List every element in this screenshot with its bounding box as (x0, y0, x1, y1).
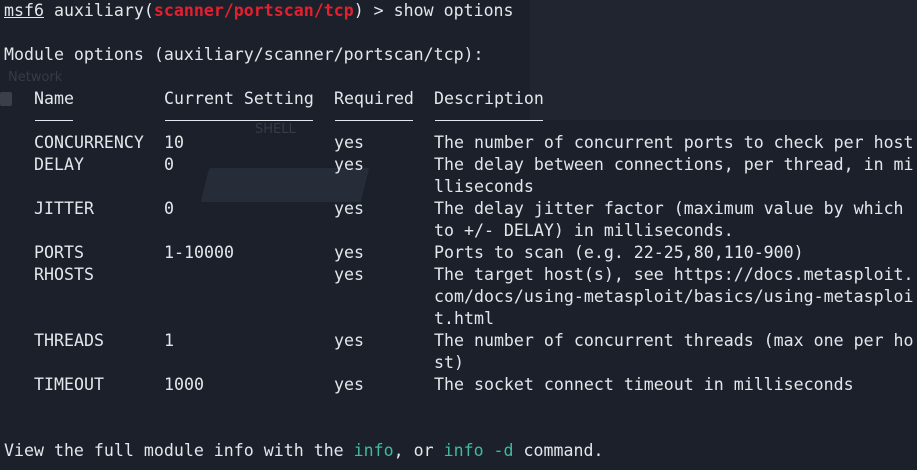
terminal-output[interactable]: msf6 auxiliary(scanner/portscan/tcp) > s… (0, 0, 917, 470)
prompt-identifier: msf6 (4, 1, 44, 20)
option-name: RHOSTS (34, 265, 94, 284)
prompt-command: show options (393, 1, 514, 20)
option-description-line: t.html (434, 309, 494, 328)
info-detailed-command: info -d (443, 441, 514, 460)
option-description-line: The delay between connections, per threa… (434, 155, 914, 174)
option-required: yes (334, 155, 364, 174)
option-description-line: The number of concurrent ports to check … (434, 133, 914, 152)
column-header-name: Name (34, 89, 74, 108)
column-underline-required (335, 120, 413, 121)
option-description-line: The target host(s), see https://docs.met… (434, 265, 914, 284)
option-description-line: st) (434, 353, 464, 372)
module-options-header: Module options (auxiliary/scanner/portsc… (4, 45, 484, 64)
option-required: yes (334, 265, 364, 284)
option-required: yes (334, 331, 364, 350)
option-name: JITTER (34, 199, 94, 218)
info-command: info (353, 441, 394, 460)
option-current-setting: 1-10000 (164, 243, 234, 262)
prompt-prefix: auxiliary( (43, 1, 154, 20)
column-underline-description (435, 120, 543, 121)
option-current-setting: 10 (164, 133, 184, 152)
footer-text: , or (393, 441, 444, 460)
option-required: yes (334, 133, 364, 152)
column-header-description: Description (434, 89, 544, 108)
option-required: yes (334, 243, 364, 262)
column-underline-current-setting (165, 120, 313, 121)
option-description-line: to +/- DELAY) in milliseconds. (434, 221, 734, 240)
prompt-module-name: scanner/portscan/tcp (153, 1, 354, 20)
footer-hint: View the full module info with the info,… (4, 440, 603, 462)
option-name: PORTS (34, 243, 84, 262)
option-description-line: The number of concurrent threads (max on… (434, 331, 914, 350)
option-description-line: The delay jitter factor (maximum value b… (434, 199, 904, 218)
option-required: yes (334, 199, 364, 218)
option-name: DELAY (34, 155, 84, 174)
option-description-line: com/docs/using-metasploit/basics/using-m… (434, 287, 914, 306)
option-current-setting: 1 (164, 331, 174, 350)
column-underline-name (35, 120, 73, 121)
option-required: yes (334, 375, 364, 394)
option-name: CONCURRENCY (34, 133, 144, 152)
option-current-setting: 0 (164, 199, 174, 218)
option-current-setting: 1000 (164, 375, 204, 394)
option-name: THREADS (34, 331, 104, 350)
column-header-current-setting: Current Setting (164, 89, 314, 108)
option-description-line: Ports to scan (e.g. 22-25,80,110-900) (434, 243, 804, 262)
column-header-required: Required (334, 89, 414, 108)
prompt-line: msf6 auxiliary(scanner/portscan/tcp) > s… (4, 0, 514, 22)
prompt-suffix: ) > (353, 1, 394, 20)
option-description-line: The socket connect timeout in millisecon… (434, 375, 854, 394)
option-current-setting: 0 (164, 155, 174, 174)
option-description-line: lliseconds (434, 177, 534, 196)
footer-text: command. (513, 441, 604, 460)
footer-text: View the full module info with the (4, 441, 354, 460)
option-name: TIMEOUT (34, 375, 104, 394)
